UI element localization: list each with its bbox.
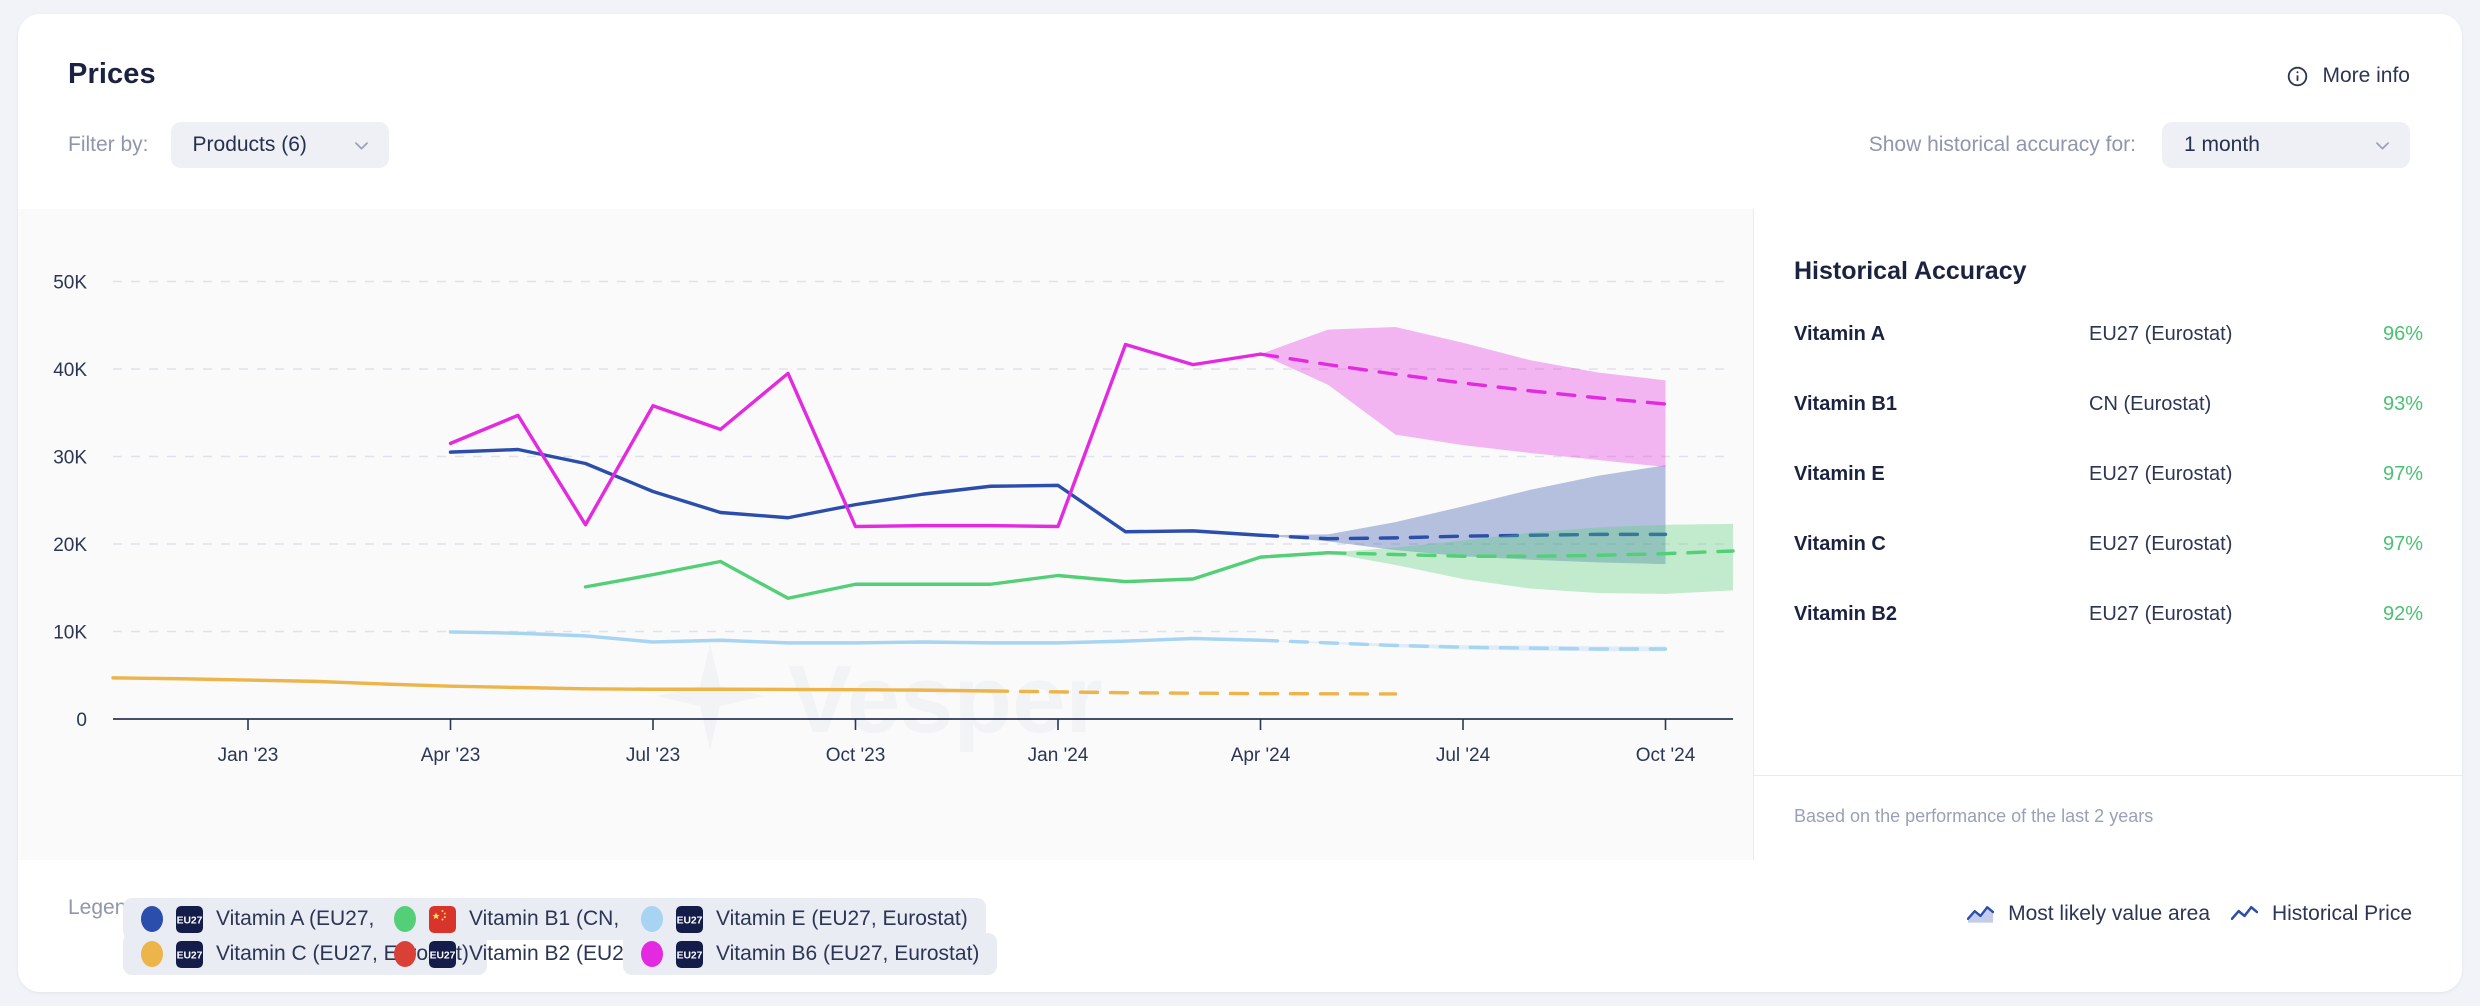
legend-item-label: Vitamin B6 (EU27, Eurostat) (716, 942, 980, 965)
historical-accuracy-panel: Historical Accuracy Vitamin A EU27 (Euros… (1753, 209, 2462, 860)
accuracy-row-value: 97% (2382, 532, 2423, 555)
prices-card: Prices More info Filter by: Products (6)… (18, 14, 2462, 992)
svg-text:Apr '24: Apr '24 (1231, 745, 1291, 766)
price-chart[interactable]: Vesper 0 10K 20K 30K 40K 50K Jan '23 Apr '23 Jul… (18, 209, 1753, 860)
products-filter-value: Products (6) (192, 133, 307, 156)
accuracy-row-source: EU27 (Eurostat) (2089, 462, 2233, 485)
accuracy-row-value: 97% (2382, 462, 2423, 485)
legend-color-dot (141, 941, 163, 967)
svg-text:0: 0 (76, 710, 87, 731)
legend-color-dot (141, 906, 163, 932)
chevron-down-icon (2343, 136, 2392, 155)
accuracy-row: Vitamin A EU27 (Eurostat) 96% (1794, 321, 2423, 347)
accuracy-row: Vitamin B1 CN (Eurostat) 93% (1794, 391, 2423, 417)
svg-text:EU27: EU27 (177, 950, 203, 961)
svg-text:Jul '23: Jul '23 (626, 745, 680, 766)
accuracy-row-name: Vitamin A (1794, 322, 1886, 345)
filter-label: Filter by: (68, 133, 149, 156)
accuracy-control: Show historical accuracy for: 1 month (1869, 122, 2410, 168)
page-title: Prices (68, 58, 156, 90)
historical-accuracy-title: Historical Accuracy (1794, 257, 2027, 285)
eu27-flag-icon: EU27 (176, 905, 203, 933)
svg-text:40K: 40K (53, 360, 87, 381)
legend-bar: Legend: EU27 Vitamin A (EU27, Eurostat) EU… (18, 860, 2462, 992)
most-likely-value-area-label: Most likely value area (2008, 902, 2210, 925)
svg-text:Jan '23: Jan '23 (218, 745, 279, 766)
accuracy-row-name: Vitamin C (1794, 532, 1886, 555)
svg-text:50K: 50K (53, 273, 87, 294)
svg-text:EU27: EU27 (430, 950, 456, 961)
chevron-down-icon (322, 136, 371, 155)
accuracy-period-value: 1 month (2184, 133, 2260, 156)
historical-price-key[interactable]: Historical Price (2230, 902, 2412, 926)
eu27-flag-icon: EU27 (176, 940, 203, 968)
legend-item[interactable]: EU27 Vitamin B6 (EU27, Eurostat) (623, 933, 998, 975)
accuracy-period-dropdown[interactable]: 1 month (2162, 122, 2410, 168)
eu27-flag-icon: EU27 (676, 905, 703, 933)
accuracy-row: Vitamin C EU27 (Eurostat) 97% (1794, 531, 2423, 557)
more-info-label: More info (2322, 64, 2410, 87)
area-chart-icon (1967, 903, 1995, 925)
accuracy-row-value: 92% (2382, 602, 2423, 625)
panel-footer-note: Based on the performance of the last 2 y… (1794, 806, 2154, 826)
historical-price-label: Historical Price (2271, 902, 2412, 925)
svg-text:30K: 30K (53, 448, 87, 469)
legend-item-label: Vitamin E (EU27, Eurostat) (716, 907, 968, 930)
accuracy-row-value: 96% (2382, 322, 2423, 345)
svg-text:Jan '24: Jan '24 (1028, 745, 1089, 766)
accuracy-row-name: Vitamin E (1794, 462, 1885, 485)
accuracy-row-name: Vitamin B1 (1794, 392, 1897, 415)
most-likely-value-area-key[interactable]: Most likely value area (1967, 902, 2210, 926)
svg-text:20K: 20K (53, 535, 87, 556)
info-circle-icon (2286, 65, 2309, 88)
filter-row: Filter by: Products (6) (68, 122, 389, 168)
accuracy-row-source: EU27 (Eurostat) (2089, 532, 2233, 555)
panel-footer-divider (1754, 775, 2462, 776)
svg-text:EU27: EU27 (677, 950, 703, 961)
accuracy-label: Show historical accuracy for: (1868, 133, 2136, 156)
products-filter-dropdown[interactable]: Products (6) (170, 122, 389, 168)
eu27-flag-icon: EU27 (676, 940, 703, 968)
legend-color-dot (394, 941, 416, 967)
accuracy-row-name: Vitamin B2 (1794, 602, 1897, 625)
chart-canvas: 0 10K 20K 30K 40K 50K Jan '23 Apr '23 Jul '23 Oct… (53, 273, 1735, 766)
svg-text:Apr '23: Apr '23 (421, 745, 481, 766)
svg-text:10K: 10K (53, 623, 87, 644)
svg-text:Jul '24: Jul '24 (1436, 745, 1491, 766)
eu27-flag-icon: EU27 (429, 940, 456, 968)
accuracy-row: Vitamin E EU27 (Eurostat) 97% (1794, 461, 2423, 487)
legend-color-dot (641, 941, 663, 967)
accuracy-row-source: EU27 (Eurostat) (2089, 322, 2233, 345)
more-info-button[interactable]: More info (2286, 64, 2410, 88)
svg-text:Oct '24: Oct '24 (1636, 745, 1696, 766)
line-chart-icon (2230, 903, 2258, 925)
svg-text:Oct '23: Oct '23 (826, 745, 886, 766)
cn-flag-icon (429, 905, 456, 933)
svg-text:EU27: EU27 (677, 915, 703, 926)
accuracy-row-source: EU27 (Eurostat) (2089, 602, 2233, 625)
svg-text:EU27: EU27 (177, 915, 203, 926)
legend-color-dot (394, 906, 416, 932)
accuracy-row-value: 93% (2382, 392, 2423, 415)
accuracy-row-source: CN (Eurostat) (2089, 392, 2212, 415)
accuracy-row: Vitamin B2 EU27 (Eurostat) 92% (1794, 601, 2423, 627)
legend-color-dot (641, 906, 663, 932)
